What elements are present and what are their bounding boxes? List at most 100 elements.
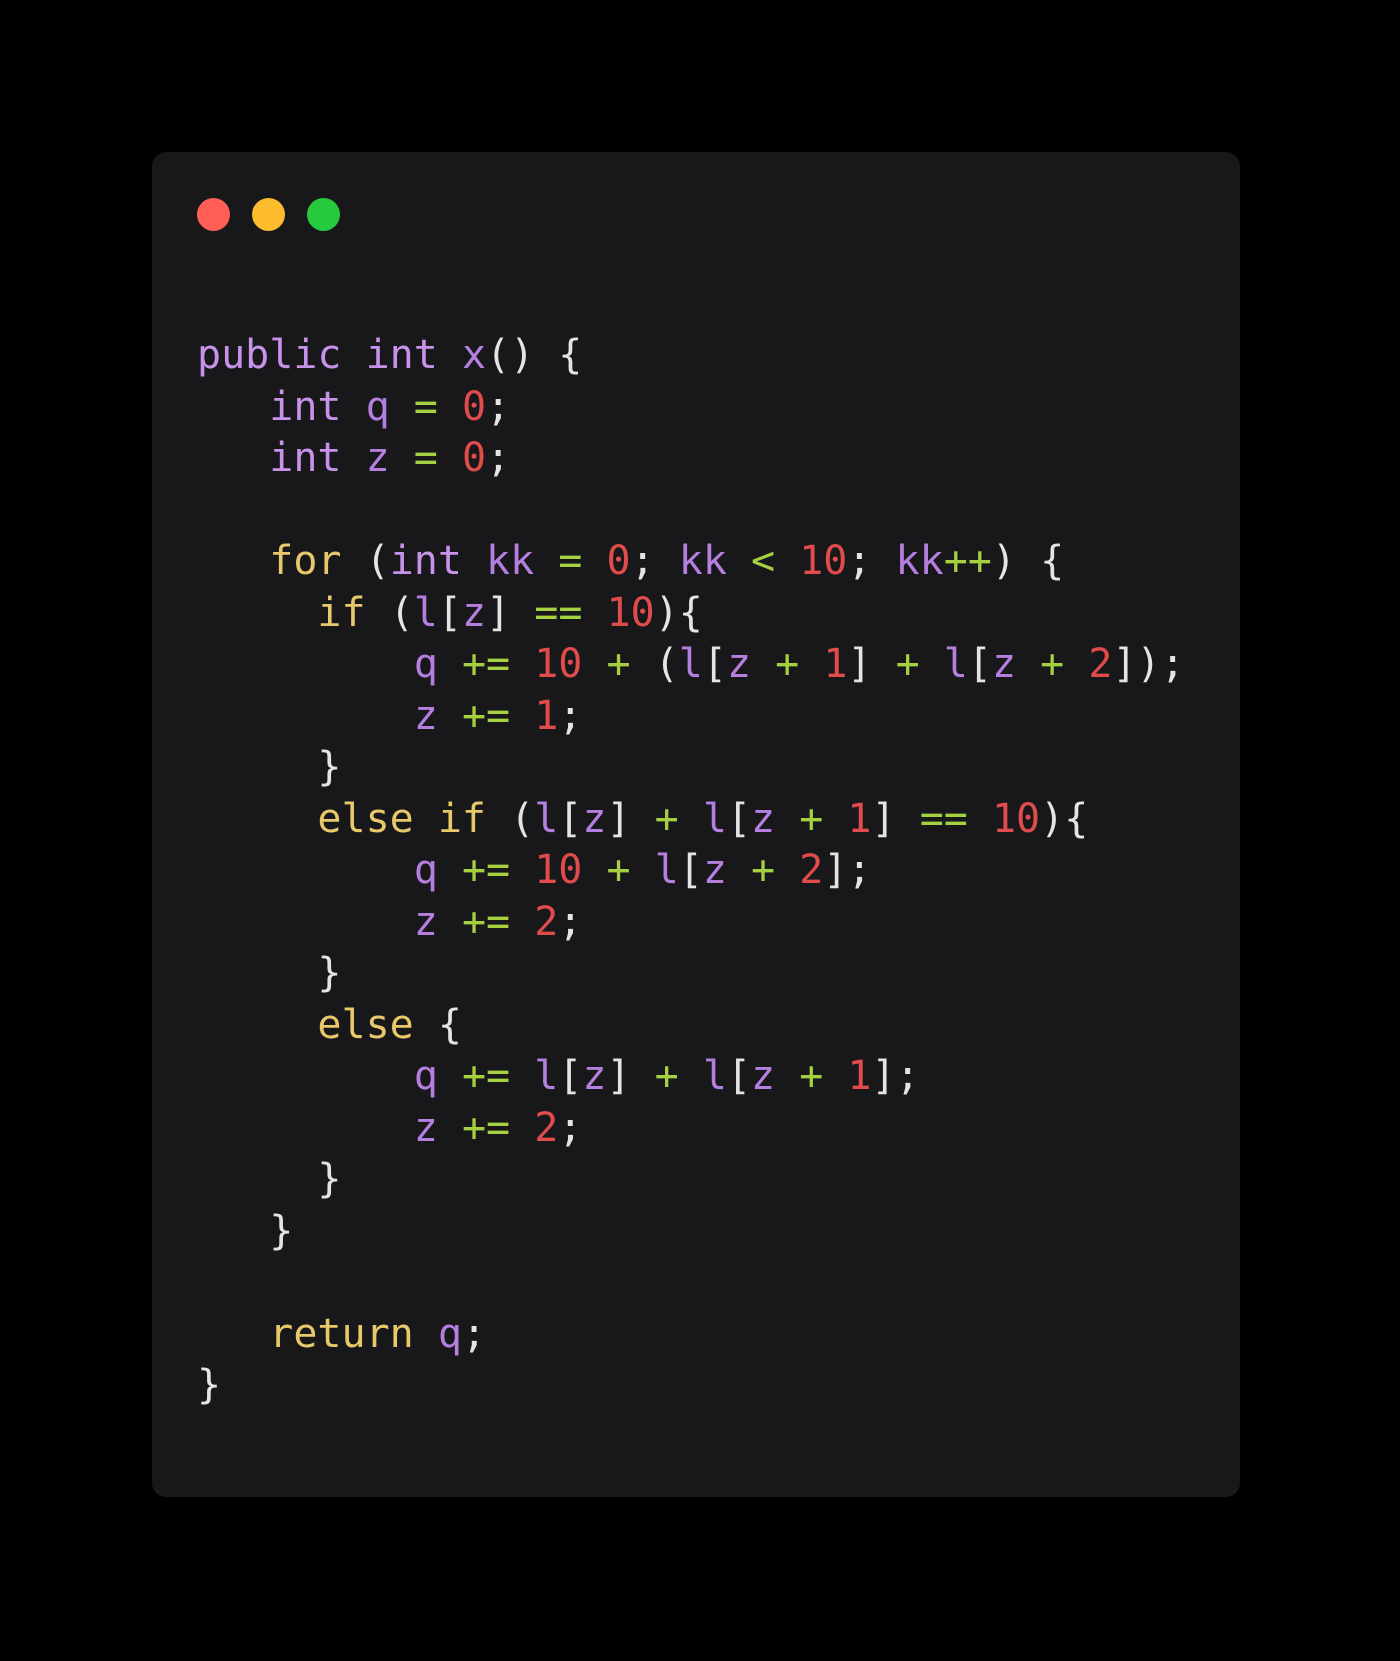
code-line: return q; — [197, 1309, 1240, 1361]
code-token-ctl: else — [317, 1001, 414, 1048]
code-token-pun: [ — [726, 1053, 752, 1099]
code-token-op: + — [654, 795, 679, 842]
code-token-id: z — [365, 435, 390, 481]
code-token-pun — [438, 899, 462, 945]
code-token-id: z — [702, 847, 727, 893]
code-token-id: x — [461, 332, 487, 378]
code-token-pun — [510, 1053, 534, 1099]
code-token-id: l — [534, 795, 559, 842]
code-token-id: z — [991, 641, 1017, 687]
code-token-op: += — [461, 1053, 511, 1099]
code-token-num: 10 — [534, 847, 583, 893]
code-token-pun — [1016, 641, 1040, 687]
code-line: z += 2; — [197, 1103, 1240, 1155]
code-line: q += 10 + (l[z + 1] + l[z + 2]); — [197, 639, 1240, 691]
code-token-op: + — [799, 1053, 824, 1099]
code-token-pun: ) — [654, 589, 679, 636]
close-button[interactable] — [197, 198, 230, 231]
code-token-pun: } — [317, 1156, 342, 1202]
code-token-pun: ( — [365, 538, 390, 584]
minimize-button[interactable] — [252, 198, 285, 231]
code-token-pun: ; — [1160, 641, 1185, 687]
code-token-pun — [582, 641, 606, 687]
code-line: } — [197, 1154, 1240, 1206]
code-line: } — [197, 948, 1240, 1000]
code-token-op: + — [751, 847, 776, 893]
code-token-pun — [775, 1053, 799, 1099]
code-token-num: 2 — [534, 898, 559, 945]
code-token-num: 10 — [991, 795, 1041, 842]
code-token-id: z — [751, 795, 776, 842]
code-token-pun: ; — [558, 898, 583, 945]
code-token-id: q — [413, 641, 438, 687]
code-token-pun — [438, 641, 462, 687]
code-token-pun: ; — [847, 538, 896, 584]
code-line: if (l[z] == 10){ — [197, 588, 1240, 640]
code-token-ctl: for — [269, 538, 342, 584]
code-token-pun: } — [197, 1362, 222, 1408]
code-line: int z = 0; — [197, 433, 1240, 485]
code-token-ctl: if — [437, 795, 487, 842]
code-token-pun — [438, 693, 462, 739]
code-token-pun: { — [678, 589, 703, 636]
code-token-pun: ; — [558, 1104, 583, 1151]
code-token-num: 1 — [847, 795, 872, 842]
code-token-pun: { — [558, 332, 583, 378]
code-token-kw: int — [365, 332, 438, 378]
code-token-num: 0 — [461, 383, 487, 430]
code-token-pun: } — [317, 950, 342, 996]
code-token-pun — [438, 847, 462, 893]
code-token-op: == — [534, 589, 583, 636]
code-token-pun: ] — [823, 847, 848, 893]
code-token-pun: ( — [654, 641, 679, 687]
code-line: for (int kk = 0; kk < 10; kk++) { — [197, 536, 1240, 588]
code-token-pun: [ — [678, 847, 703, 893]
code-token-pun — [366, 590, 390, 636]
code-token-id: q — [413, 847, 438, 893]
code-token-pun: ; — [486, 383, 511, 430]
code-token-id: l — [534, 1053, 559, 1099]
code-token-pun: ( — [389, 589, 414, 636]
code-token-id: l — [943, 641, 968, 687]
code-token-pun — [438, 435, 462, 481]
code-token-pun — [414, 796, 438, 842]
code-token-pun — [342, 384, 366, 430]
code-token-id: z — [582, 795, 607, 842]
code-token-id: kk — [678, 538, 727, 584]
code-token-pun — [727, 538, 751, 584]
code-token-num: 2 — [1088, 641, 1113, 687]
maximize-button[interactable] — [307, 198, 340, 231]
code-token-pun: ; — [558, 692, 583, 739]
code-token-pun — [342, 538, 366, 584]
code-token-pun — [438, 1053, 462, 1099]
code-token-pun: ] — [486, 589, 511, 636]
code-token-pun: [ — [702, 641, 727, 687]
code-token-id: z — [461, 589, 487, 636]
code-token-pun — [510, 899, 534, 945]
code-token-id: q — [365, 383, 390, 430]
code-token-num: 1 — [823, 641, 848, 687]
code-token-pun — [534, 538, 558, 584]
code-token-pun — [727, 847, 751, 893]
code-token-kw: int — [269, 435, 342, 481]
code-token-pun: ] — [606, 1053, 631, 1099]
code-token-pun — [968, 796, 992, 842]
code-token-op: += — [461, 898, 511, 945]
code-block[interactable]: public int x() { int q = 0; int z = 0; f… — [197, 330, 1240, 1412]
code-token-pun — [799, 641, 823, 687]
code-token-op: = — [413, 435, 438, 481]
code-token-op: + — [654, 1053, 679, 1099]
code-token-pun — [462, 538, 486, 584]
code-token-pun: } — [317, 744, 342, 790]
